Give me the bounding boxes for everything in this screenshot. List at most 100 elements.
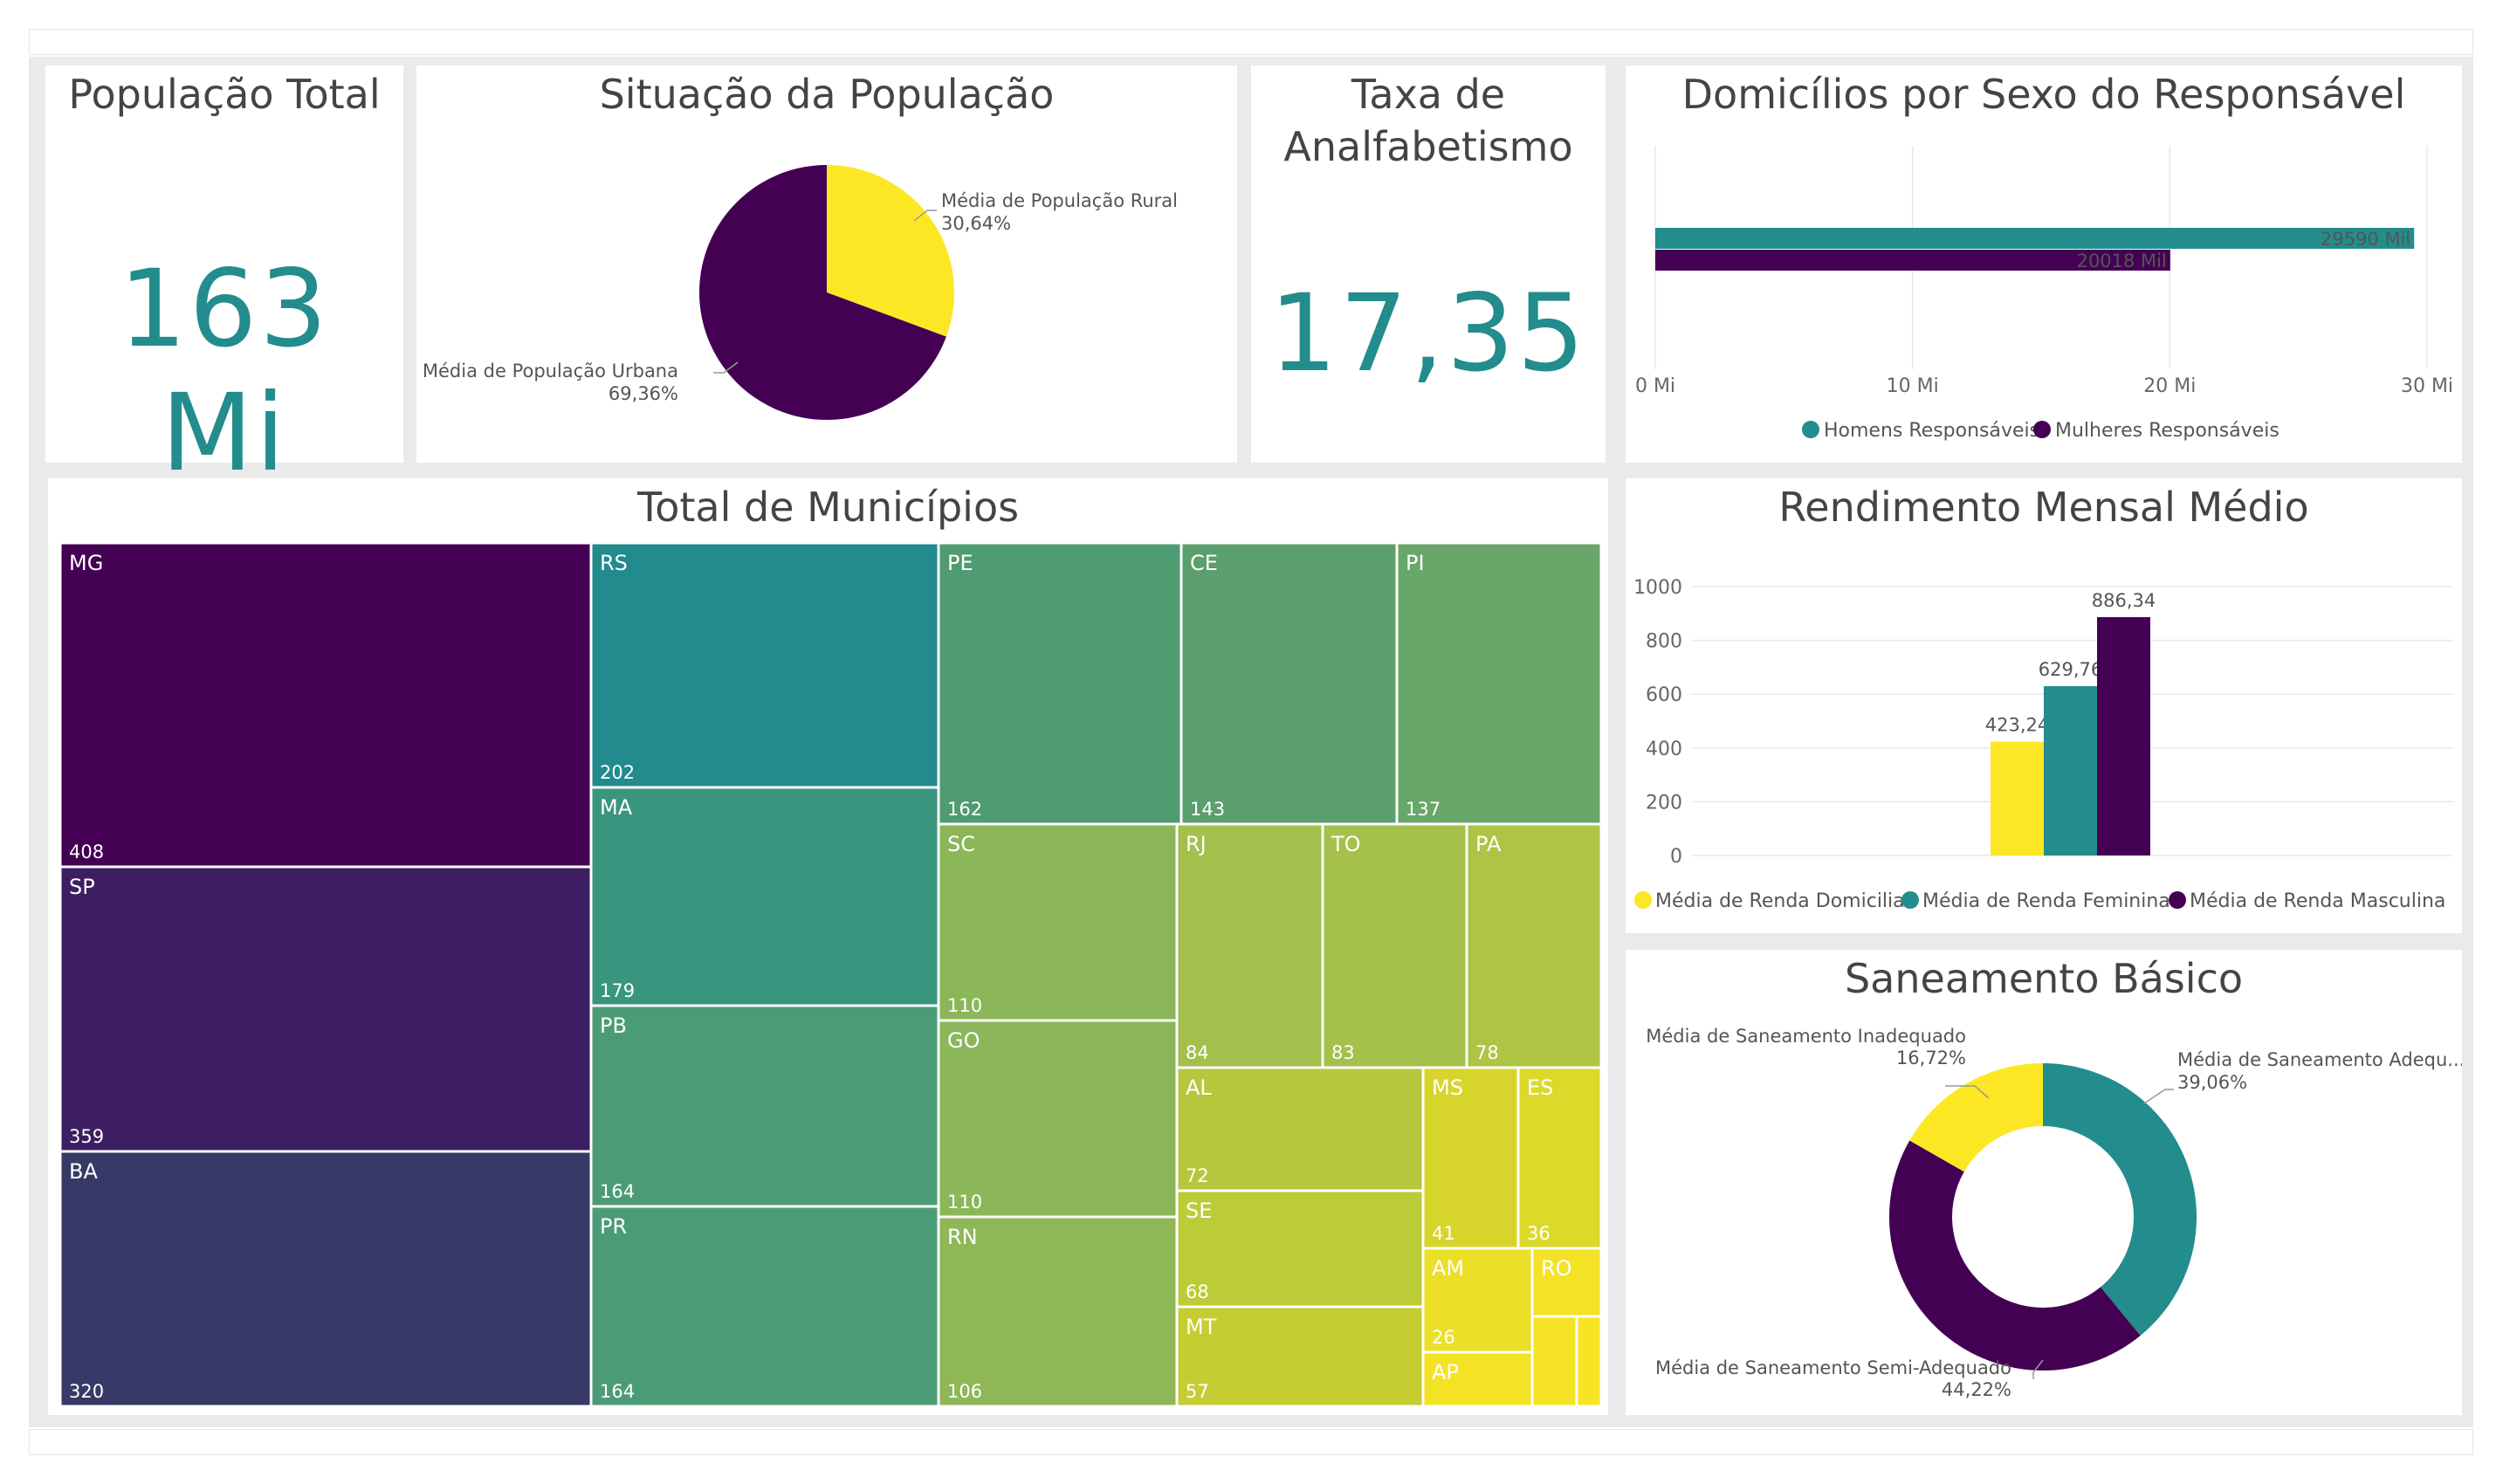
treemap-cell-label: ES [1527,1075,1553,1100]
treemap-cell [1530,1315,1578,1408]
kpi-illiteracy-card[interactable]: Taxa de Analfabetismo 17,35 [1251,65,1606,463]
treemap-cell-value: 106 [947,1381,982,1402]
treemap-cell-label: PE [947,551,973,575]
treemap-cell-label: SP [69,875,95,899]
treemap-cell-value: 164 [600,1381,635,1402]
treemap-cell-value: 26 [1432,1327,1455,1348]
treemap-cell-value: 137 [1406,799,1441,820]
treemap-cell [937,541,1183,826]
pie-value-label: 30,64% [941,213,1011,234]
donut-label: Média de Saneamento Inadequado [1646,1026,1966,1047]
bar [1991,741,2044,855]
situacao-pie-chart: Média de População Rural30,64% Média de P… [423,165,1178,421]
data-label: 629,76 [2039,659,2102,680]
treemap-cell [58,541,593,869]
donut-value-label: 44,22% [1942,1379,2011,1400]
legend-label: Média de Renda Domiciliar [1655,890,1914,912]
treemap-cell-label: MG [69,551,103,575]
y-tick-label: 200 [1646,792,1682,814]
treemap-cell-label: RO [1541,1256,1572,1281]
treemap-cell-value: 110 [947,995,982,1016]
treemap-cell-label: GO [947,1028,980,1053]
pie-label: Média de População Rural [941,190,1178,211]
treemap-cell [589,786,940,1007]
treemap-cell [589,541,940,789]
treemap-cell-label: AM [1432,1256,1464,1281]
treemap-cell-value: 202 [600,762,635,783]
treemap-cell-label: PI [1406,551,1425,575]
pie-value-label: 69,36% [609,383,678,404]
treemap-cell-label: PB [600,1013,627,1038]
kpi-population-value: 163 Mi [119,247,330,495]
treemap-cell-label: RJ [1186,832,1207,856]
data-label: 20018 Mil [2077,251,2167,271]
x-tick-label: 30 Mi [2401,375,2453,397]
treemap-cell-label: BA [69,1159,98,1184]
data-label: 29590 Mil [2321,229,2410,250]
domicilios-card[interactable]: Domicílios por Sexo do Responsável 0 Mi 1… [1626,65,2462,463]
y-tick-label: 0 [1670,846,1682,868]
leader-line [2143,1089,2174,1104]
kpi-population-title: População Total [68,71,381,118]
treemap-cell [1175,1066,1425,1192]
legend-marker [1901,891,1919,909]
treemap-cell [1575,1315,1603,1408]
top-strip [29,29,2473,55]
treemap-cell-value: 162 [947,799,982,820]
treemap-cell-label: TO [1331,832,1361,856]
treemap-cell-value: 164 [600,1181,635,1202]
saneamento-card[interactable]: Saneamento Básico Média de Saneamento Ad… [1626,950,2462,1415]
treemap-cell-value: 57 [1186,1381,1209,1402]
legend-label: Mulheres Responsáveis [2055,420,2280,442]
kpi-illiteracy-value: 17,35 [1269,271,1588,395]
donut-label: Média de Saneamento Semi-Adequado [1655,1357,2011,1378]
legend-marker [2033,421,2051,438]
donut-slice [2043,1063,2197,1336]
kpi-population-card[interactable]: População Total 163 Mi [45,65,403,495]
legend-marker [1802,421,1819,438]
treemap-cell-label: MA [600,795,633,820]
legend-marker [1634,891,1652,909]
treemap-cell-label: SC [947,832,975,856]
treemap-cell-value: 408 [69,842,104,862]
kpi-illiteracy-title-line2: Analfabetismo [1283,123,1573,170]
bar [1655,228,2415,249]
treemap-cell [1175,822,1324,1069]
treemap-cell-label: AP [1432,1360,1459,1384]
saneamento-donut-chart: Média de Saneamento Adequ...39,06% Média … [1646,1026,2462,1400]
treemap-cell [58,865,593,1153]
legend-marker [2169,891,2186,909]
municipios-card[interactable]: Total de Municípios MG 408 SP 359 BA 320 RS 202… [48,478,1608,1415]
x-tick-label: 10 Mi [1887,375,1939,397]
bar [2044,686,2097,855]
treemap-cell-value: 84 [1186,1042,1209,1063]
y-tick-label: 600 [1646,684,1682,706]
treemap-cell-value: 72 [1186,1165,1209,1186]
donut-label: Média de Saneamento Adequ... [2177,1049,2462,1070]
data-label: 886,34 [2092,590,2156,611]
legend-label: Média de Renda Feminina [1922,890,2170,912]
kpi-illiteracy-title-line1: Taxa de [1351,71,1506,118]
treemap-cell [1465,822,1603,1069]
treemap-cell-value: 143 [1190,799,1225,820]
treemap-cell-value: 41 [1432,1223,1455,1244]
treemap-cell-label: RN [947,1225,978,1249]
x-tick-label: 20 Mi [2143,375,2196,397]
treemap-cell [1179,541,1399,826]
treemap-cell-value: 68 [1186,1281,1209,1302]
situacao-card[interactable]: Situação da População Média de População… [416,65,1237,463]
y-tick-label: 400 [1646,739,1682,760]
treemap-cell [589,1004,940,1208]
treemap-cell-label: PA [1475,832,1502,856]
treemap-cell-value: 78 [1475,1042,1499,1063]
treemap-cell-label: RS [600,551,628,575]
donut-value-label: 16,72% [1896,1048,1966,1068]
donut-slice [1889,1140,2141,1371]
municipios-treemap: MG 408 SP 359 BA 320 RS 202 MA 179 PB 164 PR 164 PE 162… [58,541,1603,1408]
treemap-cell-value: 83 [1331,1042,1355,1063]
treemap-cell-label: PR [600,1214,627,1239]
rendimento-card[interactable]: Rendimento Mensal Médio 0 200 400 600 800 100… [1626,478,2462,933]
treemap-cell-value: 110 [947,1192,982,1213]
treemap-cell-label: MT [1186,1315,1217,1339]
rendimento-bar-chart: 0 200 400 600 800 1000 423,24 629,76 886,34 Média… [1633,577,2453,912]
